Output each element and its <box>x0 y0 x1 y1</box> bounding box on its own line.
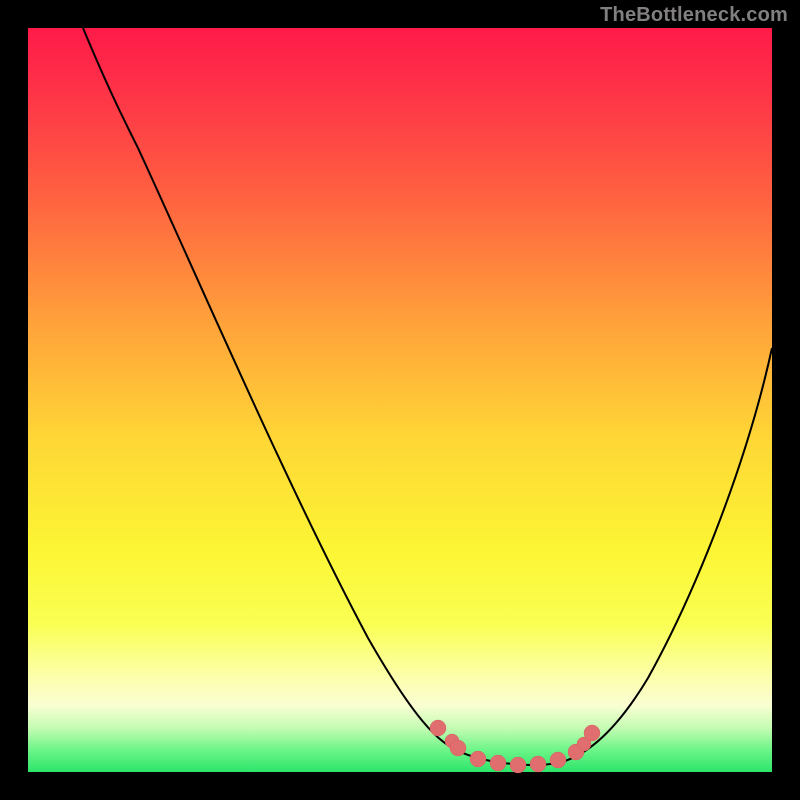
marker-dot <box>550 752 566 768</box>
marker-dot <box>450 740 466 756</box>
plot-area <box>28 28 772 772</box>
marker-dot <box>584 725 600 741</box>
watermark-text: TheBottleneck.com <box>600 4 788 27</box>
curve-svg <box>28 28 772 772</box>
marker-dot <box>530 756 546 772</box>
marker-dot <box>490 755 506 771</box>
curve-right-branch <box>453 348 772 765</box>
marker-dot <box>510 757 526 773</box>
curve-left-branch <box>83 28 453 748</box>
marker-dot <box>470 751 486 767</box>
chart-frame: TheBottleneck.com <box>0 0 800 800</box>
highlight-markers <box>430 720 600 773</box>
marker-dot <box>430 720 446 736</box>
